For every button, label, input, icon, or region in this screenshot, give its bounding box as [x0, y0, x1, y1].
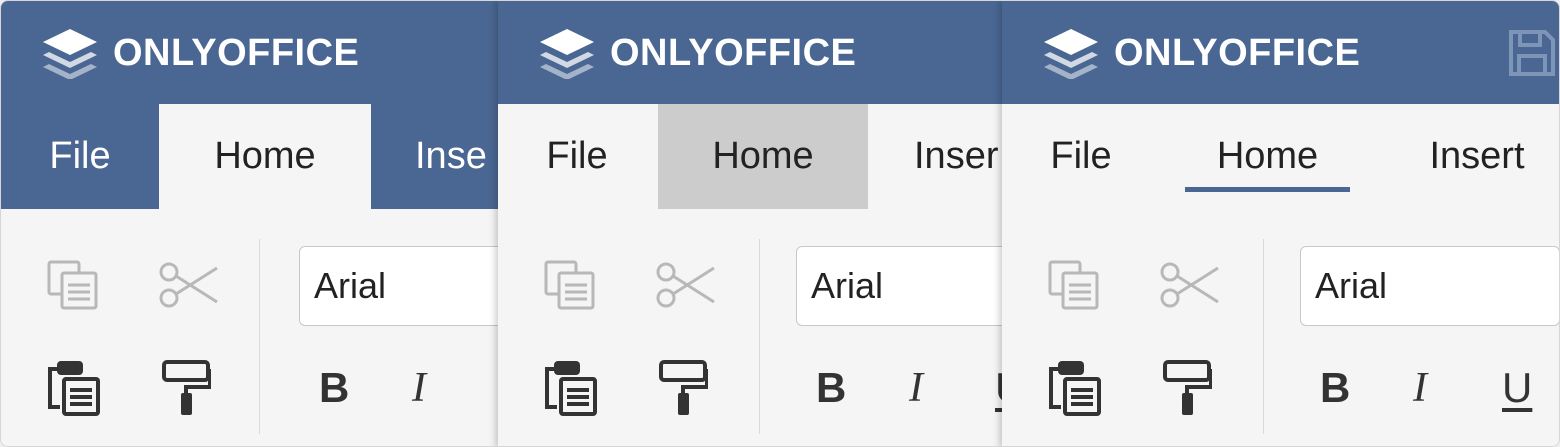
- italic-button[interactable]: I: [1413, 363, 1427, 413]
- paste-icon[interactable]: [46, 359, 102, 422]
- copy-icon[interactable]: [543, 259, 597, 316]
- app-logo[interactable]: ONLYOFFICE: [41, 25, 359, 81]
- brand-name: ONLYOFFICE: [610, 31, 857, 74]
- tab-home[interactable]: Home: [159, 104, 371, 209]
- paste-icon[interactable]: [1047, 359, 1103, 422]
- brand-name: ONLYOFFICE: [113, 31, 360, 74]
- app-logo[interactable]: ONLYOFFICE: [1042, 25, 1360, 81]
- tab-home[interactable]: Home: [1185, 104, 1350, 209]
- tab-insert[interactable]: Insert: [1412, 104, 1542, 209]
- italic-button[interactable]: I: [909, 363, 923, 413]
- tab-file[interactable]: File: [1022, 104, 1140, 209]
- copy-icon[interactable]: [1047, 259, 1101, 316]
- cut-icon[interactable]: [158, 259, 220, 316]
- ribbon-tabs: File Home Insert: [1002, 104, 1559, 209]
- underline-button[interactable]: U: [995, 363, 1002, 413]
- tab-file[interactable]: File: [518, 104, 636, 209]
- stacked-layers-icon: [1042, 27, 1100, 79]
- bold-button[interactable]: B: [319, 363, 349, 413]
- italic-button[interactable]: I: [412, 363, 426, 413]
- toolbar-divider: [259, 239, 260, 434]
- app-header: ONLYOFFICE: [498, 1, 1002, 104]
- font-name-input[interactable]: Arial: [299, 246, 498, 326]
- bold-button[interactable]: B: [1320, 363, 1350, 413]
- toolbar-divider: [759, 239, 760, 434]
- tab-file[interactable]: File: [1, 104, 159, 209]
- format-painter-icon[interactable]: [161, 359, 212, 422]
- brand-name: ONLYOFFICE: [1114, 31, 1361, 74]
- editor-variant-classic: ONLYOFFICE File Home Inse Arial B I: [1, 1, 498, 446]
- tab-home[interactable]: Home: [658, 104, 868, 209]
- cut-icon[interactable]: [1159, 259, 1221, 316]
- ribbon-tabs: File Home Inse: [1, 104, 498, 209]
- editor-variant-underline: ONLYOFFICE File Home Insert Arial B I U: [1002, 1, 1559, 446]
- bold-button[interactable]: B: [816, 363, 846, 413]
- toolbar-divider: [1263, 239, 1264, 434]
- font-name-input[interactable]: Arial: [1300, 246, 1559, 326]
- stacked-layers-icon: [538, 27, 596, 79]
- tab-insert[interactable]: Inse: [415, 104, 498, 209]
- active-tab-underline: [1185, 187, 1350, 192]
- underline-button[interactable]: U: [1502, 363, 1532, 413]
- ribbon-tabs: File Home Inser: [498, 104, 1002, 209]
- paste-icon[interactable]: [543, 359, 599, 422]
- font-name-input[interactable]: Arial: [796, 246, 1002, 326]
- format-painter-icon[interactable]: [1162, 359, 1213, 422]
- copy-icon[interactable]: [46, 259, 100, 316]
- app-logo[interactable]: ONLYOFFICE: [538, 25, 856, 81]
- tab-insert[interactable]: Inser: [914, 104, 1002, 209]
- stacked-layers-icon: [41, 27, 99, 79]
- app-header: ONLYOFFICE: [1, 1, 498, 104]
- screenshot-frame: ONLYOFFICE File Home Inse Arial B I ONLY…: [0, 0, 1560, 447]
- editor-variant-hover: ONLYOFFICE File Home Inser Arial B I: [498, 1, 1002, 446]
- floppy-disk-icon[interactable]: [1507, 28, 1557, 83]
- cut-icon[interactable]: [655, 259, 717, 316]
- app-header: ONLYOFFICE: [1002, 1, 1559, 104]
- format-painter-icon[interactable]: [658, 359, 709, 422]
